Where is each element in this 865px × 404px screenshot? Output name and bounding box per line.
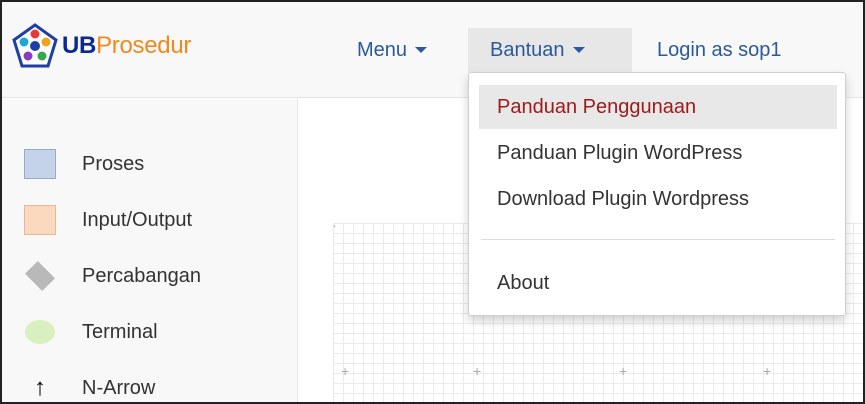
shape-palette-sidebar: Proses Input/Output Percabangan Terminal…: [2, 99, 298, 402]
grid-marker: +: [619, 363, 628, 379]
menu-item-label: About: [497, 271, 550, 294]
input-output-icon: [24, 205, 56, 235]
menu-item-about[interactable]: About: [469, 261, 845, 305]
help-label: Bantuan: [490, 38, 565, 61]
app-window: UBProsedur Menu Bantuan Login as sop1 Pr…: [0, 0, 865, 404]
shape-item-terminal[interactable]: Terminal: [24, 317, 158, 347]
help-dropdown-menu: Panduan Penggunaan Panduan Plugin WordPr…: [468, 72, 846, 316]
grid-marker: ·: [332, 217, 337, 233]
shape-item-input-output[interactable]: Input/Output: [24, 205, 192, 235]
ubprosedur-logo-icon: [12, 23, 58, 68]
shape-item-proses[interactable]: Proses: [24, 149, 144, 179]
grid-marker: +: [341, 363, 350, 379]
help-dropdown-toggle[interactable]: Bantuan: [468, 28, 632, 72]
menu-item-panduan-penggunaan[interactable]: Panduan Penggunaan: [479, 85, 837, 129]
menu-dropdown-toggle[interactable]: Menu: [357, 28, 428, 72]
shape-label: N-Arrow: [82, 376, 156, 399]
menu-item-label: Download Plugin Wordpress: [497, 187, 749, 210]
grid-marker: +: [763, 363, 772, 379]
terminal-ellipse-icon: [24, 317, 56, 347]
menu-item-panduan-plugin[interactable]: Panduan Plugin WordPress: [469, 131, 845, 175]
menu-divider: [481, 239, 835, 240]
chevron-down-icon: [415, 47, 428, 53]
grid-marker: +: [473, 363, 482, 379]
brand-name: UBProsedur: [62, 32, 192, 59]
shape-label: Terminal: [82, 320, 158, 343]
menu-item-download-plugin[interactable]: Download Plugin Wordpress: [469, 177, 845, 221]
menu-item-label: Panduan Penggunaan: [497, 95, 697, 118]
decision-diamond-icon: [24, 261, 56, 291]
arrow-up-icon: ↑: [34, 374, 46, 401]
menu-item-label: Panduan Plugin WordPress: [497, 141, 743, 164]
shape-item-n-arrow[interactable]: ↑ N-Arrow: [24, 373, 156, 402]
login-label: Login as sop1: [657, 38, 782, 61]
brand-link[interactable]: UBProsedur: [12, 22, 191, 70]
shape-item-percabangan[interactable]: Percabangan: [24, 261, 201, 291]
menu-label: Menu: [357, 38, 408, 61]
chevron-down-icon: [572, 47, 585, 53]
process-rectangle-icon: [24, 149, 56, 179]
login-link[interactable]: Login as sop1: [657, 28, 782, 72]
shape-label: Percabangan: [82, 264, 201, 287]
shape-label: Input/Output: [82, 208, 193, 231]
shape-label: Proses: [82, 152, 145, 175]
